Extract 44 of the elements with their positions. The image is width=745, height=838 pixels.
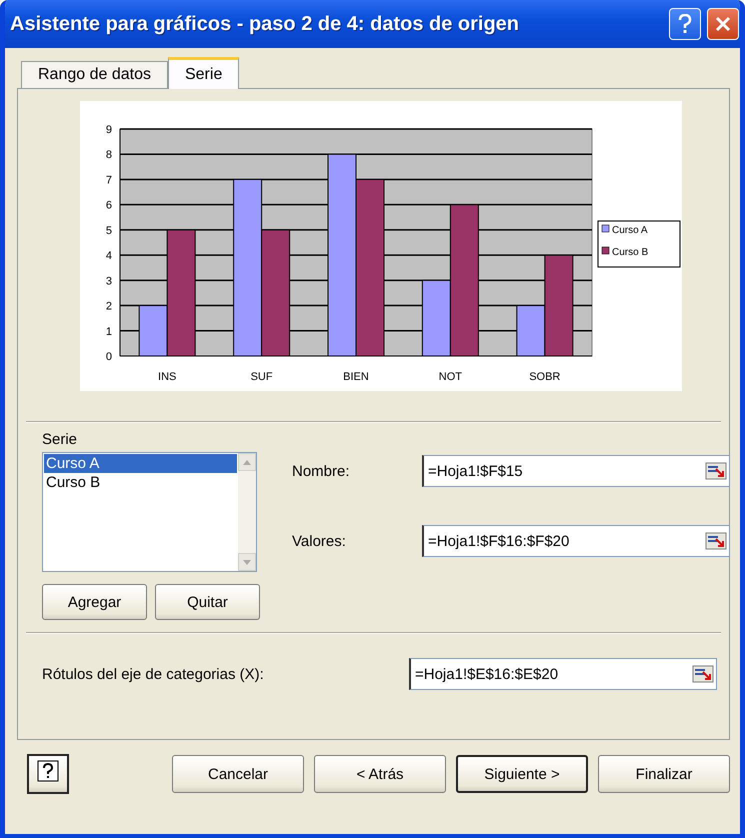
list-item[interactable]: Curso A (44, 454, 237, 473)
help-button[interactable] (27, 754, 69, 794)
series-listbox[interactable]: Curso A Curso B (42, 452, 257, 572)
wizard-button[interactable]: Siguiente > (456, 755, 588, 793)
category-label: SOBR (529, 371, 560, 383)
category-label: NOT (438, 371, 462, 383)
axis-tick-label: 8 (106, 149, 112, 162)
reference-field[interactable]: =Hoja1!$F$16:$F$20 (422, 525, 730, 557)
series-button[interactable]: Quitar (155, 584, 260, 620)
reference-field[interactable]: =Hoja1!$F$15 (422, 455, 730, 487)
axis-tick-label: 7 (106, 174, 112, 186)
wizard-button[interactable]: Finalizar (598, 755, 730, 793)
axis-tick-label: 1 (106, 326, 112, 338)
axis-tick-label: 2 (106, 300, 112, 313)
axis-tick-label: 5 (106, 224, 112, 237)
field-label: Valores: (292, 532, 347, 550)
axis-tick-label: 4 (106, 250, 112, 262)
category-label: BIEN (343, 371, 369, 383)
field-label: Rótulos del eje de categorias (X): (42, 666, 264, 682)
category-label: INS (158, 371, 176, 383)
axis-tick-label: 3 (106, 275, 112, 288)
tab[interactable]: Rango de datos (21, 61, 168, 89)
reference-field[interactable]: =Hoja1!$E$16:$E$20 (409, 658, 717, 690)
legend-label: Curso A (612, 225, 648, 236)
wizard-button[interactable]: < Atrás (314, 755, 446, 793)
axis-tick-label: 9 (106, 124, 112, 136)
close-icon (714, 15, 732, 33)
collapse-dialog-icon[interactable] (705, 531, 727, 551)
wizard-button[interactable]: Cancelar (172, 755, 304, 793)
field-label: Nombre: (292, 462, 351, 480)
window-title: Asistente para gráficos - paso 2 de 4: datos de origen (10, 12, 520, 36)
section-label: Serie (42, 431, 78, 448)
legend-label: Curso B (612, 247, 648, 258)
collapse-dialog-icon[interactable] (705, 461, 727, 481)
collapse-dialog-icon[interactable] (692, 664, 714, 684)
axis-tick-label: 6 (106, 200, 112, 212)
list-item[interactable]: Curso B (44, 473, 237, 492)
category-label: SUF (250, 371, 273, 383)
series-button[interactable]: Agregar (42, 584, 147, 620)
close-button[interactable] (707, 8, 739, 40)
help-icon (37, 760, 59, 784)
help-icon (678, 14, 692, 34)
axis-tick-label: 0 (106, 351, 112, 363)
tab[interactable]: Serie (168, 57, 240, 89)
